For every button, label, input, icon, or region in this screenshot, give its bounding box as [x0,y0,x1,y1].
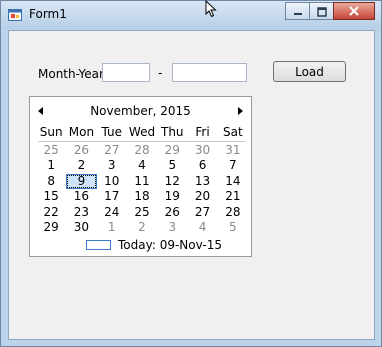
calendar-day[interactable]: 31 [218,143,248,158]
calendar-day[interactable]: 13 [187,174,217,189]
calendar-day[interactable]: 29 [36,220,66,235]
month-year-separator: - [158,66,163,80]
calendar-day[interactable]: 7 [218,158,248,173]
today-label: Today: 09-Nov-15 [118,238,222,252]
calendar-day[interactable]: 26 [157,205,187,220]
title-bar[interactable]: Form1 [1,1,381,29]
right-arrow-icon[interactable] [238,107,243,115]
today-marker-icon [86,240,111,250]
calendar-day[interactable]: 17 [97,189,127,204]
calendar-day[interactable]: 30 [66,220,96,235]
form-client-area: Month-Year - Load November, 2015 Sun Mon T… [8,30,375,340]
calendar-title[interactable]: November, 2015 [30,104,251,118]
form1-window: Form1 Month-Year - Load November, 2015 S… [0,0,382,347]
calendar-day[interactable]: 27 [97,143,127,158]
dow-mon: Mon [68,125,95,139]
calendar-day[interactable]: 23 [66,205,96,220]
calendar-day[interactable]: 3 [97,158,127,173]
calendar-day[interactable]: 15 [36,189,66,204]
maximize-icon [316,2,327,21]
year-input[interactable] [172,63,247,82]
calendar-day[interactable]: 12 [157,174,187,189]
calendar-day[interactable]: 28 [218,205,248,220]
load-button[interactable]: Load [273,61,346,82]
window-title: Form1 [29,7,67,21]
caption-buttons [285,2,375,20]
calendar-day[interactable]: 2 [66,158,96,173]
close-icon [348,2,360,21]
dow-thu: Thu [161,125,184,139]
calendar-day[interactable]: 29 [157,143,187,158]
calendar-day[interactable]: 18 [127,189,157,204]
dow-fri: Fri [195,125,210,139]
form-icon [8,7,22,21]
calendar-day[interactable]: 24 [97,205,127,220]
calendar-day[interactable]: 20 [187,189,217,204]
calendar-day[interactable]: 16 [66,189,96,204]
calendar-day[interactable]: 27 [187,205,217,220]
calendar-day[interactable]: 8 [36,174,66,189]
calendar-day[interactable]: 30 [187,143,217,158]
calendar-day-grid: 25 26 27 28 29 30 31 1 2 3 4 5 6 7 8 9 10 11 12 13 14 15 16 17 1… [36,143,248,235]
minimize-icon [293,2,303,21]
calendar-day[interactable]: 11 [127,174,157,189]
calendar-day[interactable]: 9 [66,173,97,190]
dow-wed: Wed [128,125,156,139]
calendar-day[interactable]: 3 [157,220,187,235]
month-year-label: Month-Year [38,67,104,81]
calendar-day[interactable]: 14 [218,174,248,189]
calendar-day[interactable]: 1 [97,220,127,235]
calendar-day[interactable]: 5 [157,158,187,173]
calendar-day[interactable]: 5 [218,220,248,235]
calendar-day[interactable]: 21 [218,189,248,204]
maximize-button[interactable] [309,2,334,20]
minimize-button[interactable] [285,2,310,20]
calendar-divider [38,141,245,142]
calendar-day[interactable]: 4 [127,158,157,173]
calendar-day[interactable]: 6 [187,158,217,173]
calendar-day[interactable]: 26 [66,143,96,158]
calendar-day[interactable]: 25 [127,205,157,220]
calendar-day[interactable]: 1 [36,158,66,173]
calendar-day[interactable]: 2 [127,220,157,235]
month-input[interactable] [102,63,150,82]
calendar-day[interactable]: 25 [36,143,66,158]
calendar-day[interactable]: 19 [157,189,187,204]
calendar-header: November, 2015 [30,104,251,118]
calendar-day[interactable]: 4 [187,220,217,235]
close-button[interactable] [333,2,375,20]
dow-tue: Tue [101,125,122,139]
calendar-day[interactable]: 10 [97,174,127,189]
calendar-day[interactable]: 28 [127,143,157,158]
today-link[interactable]: Today: 09-Nov-15 [86,238,222,252]
dow-sun: Sun [39,125,63,139]
day-of-week-header: Sun Mon Tue Wed Thu Fri Sat [36,125,248,139]
calendar-day[interactable]: 22 [36,205,66,220]
month-calendar[interactable]: November, 2015 Sun Mon Tue Wed Thu Fri Sat 25 2… [29,96,252,257]
dow-sat: Sat [223,125,243,139]
